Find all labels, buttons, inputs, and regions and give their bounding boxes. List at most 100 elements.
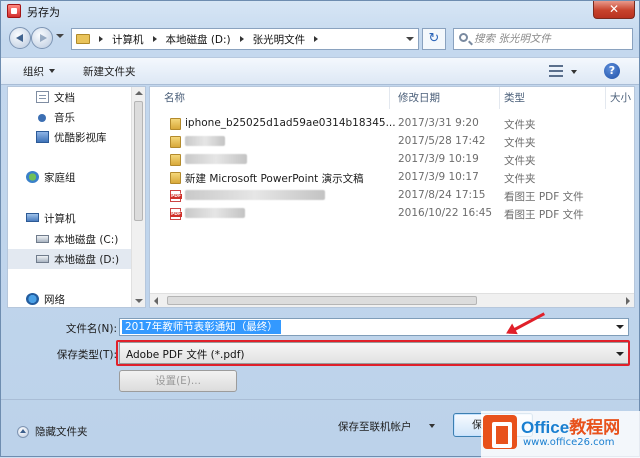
scroll-thumb[interactable] xyxy=(134,101,143,221)
nav-scrollbar[interactable] xyxy=(131,87,145,307)
video-library-icon xyxy=(36,131,49,143)
close-button[interactable]: ✕ xyxy=(593,1,635,19)
watermark-url: www.office26.com xyxy=(523,437,615,448)
watermark-title: Office教程网 xyxy=(521,413,620,438)
pdf-file-icon xyxy=(170,208,183,220)
refresh-button[interactable]: ↻ xyxy=(422,28,446,50)
scroll-left-icon[interactable] xyxy=(154,297,158,305)
file-type: 文件夹 xyxy=(504,155,536,167)
nav-item-video-library[interactable]: 优酷影视库 xyxy=(8,127,145,147)
nav-item-documents[interactable]: 文档 xyxy=(8,87,145,107)
divider xyxy=(1,399,639,400)
nav-item-homegroup[interactable]: 家庭组 xyxy=(8,167,145,187)
search-input[interactable]: 搜索 张光明文件 xyxy=(453,28,633,50)
nav-item-music[interactable]: 音乐 xyxy=(8,107,145,127)
chevron-down-icon[interactable] xyxy=(49,69,55,73)
breadcrumb-drive-d[interactable]: 本地磁盘 (D:) xyxy=(166,32,231,47)
nav-item-label: 本地磁盘 (C:) xyxy=(54,234,119,246)
file-date: 2017/3/9 10:19 xyxy=(398,153,479,165)
drive-icon xyxy=(36,235,49,243)
nav-item-drive-c[interactable]: 本地磁盘 (C:) xyxy=(8,229,145,249)
scroll-down-icon[interactable] xyxy=(135,299,143,303)
folder-icon xyxy=(170,136,181,148)
watermark-brand-cn: 教程网 xyxy=(569,418,621,437)
file-type: 看图王 PDF 文件 xyxy=(504,209,584,221)
folder-icon xyxy=(170,154,181,166)
column-header-size[interactable]: 大小 xyxy=(606,87,634,109)
file-name-redacted xyxy=(185,207,245,219)
chevron-right-icon[interactable] xyxy=(99,36,103,42)
file-date: 2017/3/31 9:20 xyxy=(398,117,479,129)
hide-folders-label: 隐藏文件夹 xyxy=(35,426,88,438)
window-title: 另存为 xyxy=(27,6,60,19)
toolbar: 组织 新建文件夹 ? xyxy=(1,57,639,85)
settings-button[interactable]: 设置(E)... xyxy=(119,370,237,392)
nav-item-computer[interactable]: 计算机 xyxy=(8,208,145,228)
folder-icon xyxy=(170,172,181,184)
scroll-right-icon[interactable] xyxy=(626,297,630,305)
pdf-app-icon xyxy=(7,4,21,18)
chevron-down-icon[interactable] xyxy=(429,424,435,428)
annotation-highlight-box xyxy=(116,340,630,366)
document-icon xyxy=(36,91,49,103)
nav-item-label: 音乐 xyxy=(54,112,75,124)
column-header-name[interactable]: 名称 xyxy=(160,87,390,109)
address-bar[interactable]: 计算机 本地磁盘 (D:) 张光明文件 xyxy=(71,28,419,50)
nav-item-label: 文档 xyxy=(54,92,75,104)
back-button[interactable] xyxy=(9,27,31,49)
folder-icon xyxy=(170,118,181,130)
organize-button[interactable]: 组织 xyxy=(23,64,44,79)
scroll-thumb[interactable] xyxy=(167,296,477,305)
table-row[interactable]: 新建 Microsoft PowerPoint 演示文稿 2017/3/9 10… xyxy=(150,169,634,187)
breadcrumb-folder[interactable]: 张光明文件 xyxy=(253,32,306,47)
hide-folders-button[interactable]: 隐藏文件夹 xyxy=(17,424,88,439)
table-row[interactable]: 2017/5/28 17:42 文件夹 xyxy=(150,133,634,151)
history-dropdown-icon[interactable] xyxy=(56,34,64,38)
file-date: 2016/10/22 16:45 xyxy=(398,207,493,219)
new-folder-button[interactable]: 新建文件夹 xyxy=(83,64,136,79)
file-name: iphone_b25025d1ad59ae0314b18345... xyxy=(185,117,396,129)
nav-item-label: 本地磁盘 (D:) xyxy=(54,254,120,266)
file-name-redacted xyxy=(185,135,225,147)
navigation-pane: 文档 音乐 优酷影视库 家庭组 计算机 本地磁盘 (C:) 本地磁盘 (D:) xyxy=(7,86,146,308)
chevron-down-icon[interactable] xyxy=(616,325,624,329)
table-row[interactable]: 2016/10/22 16:45 看图王 PDF 文件 xyxy=(150,205,634,223)
horizontal-scrollbar[interactable] xyxy=(150,293,634,307)
filename-value[interactable]: 2017年教师节表彰通知（最终） xyxy=(122,320,281,334)
file-date: 2017/3/9 10:17 xyxy=(398,171,479,183)
forward-button[interactable] xyxy=(31,27,53,49)
file-name: 新建 Microsoft PowerPoint 演示文稿 xyxy=(185,173,364,185)
chevron-right-icon[interactable] xyxy=(152,36,157,42)
column-header-modified[interactable]: 修改日期 xyxy=(394,87,500,109)
column-header-type[interactable]: 类型 xyxy=(500,87,606,109)
file-date: 2017/8/24 17:15 xyxy=(398,189,486,201)
title-bar: 另存为 ✕ xyxy=(1,1,639,21)
breadcrumb-computer[interactable]: 计算机 xyxy=(112,32,144,47)
save-online-button[interactable]: 保存至联机帐户 xyxy=(338,419,412,434)
view-options-icon[interactable] xyxy=(549,65,563,77)
chevron-right-icon[interactable] xyxy=(239,36,244,42)
save-as-dialog: 另存为 ✕ 计算机 本地磁盘 (D:) 张光明文件 ↻ 搜索 张光明文件 组织 … xyxy=(0,0,640,458)
chevron-down-icon[interactable] xyxy=(571,70,577,74)
table-row[interactable]: 2017/3/9 10:19 文件夹 xyxy=(150,151,634,169)
filename-input[interactable]: 2017年教师节表彰通知（最终） xyxy=(119,318,629,336)
search-icon xyxy=(459,33,468,42)
nav-item-label: 网络 xyxy=(44,294,65,306)
table-row[interactable]: 2017/8/24 17:15 看图王 PDF 文件 xyxy=(150,187,634,205)
music-icon xyxy=(38,114,46,122)
chevron-right-icon[interactable] xyxy=(314,36,319,42)
file-name-redacted xyxy=(185,189,325,201)
filetype-label: 保存类型(T): xyxy=(56,349,117,361)
nav-item-label: 优酷影视库 xyxy=(54,132,107,144)
computer-icon xyxy=(26,213,39,222)
scroll-up-icon[interactable] xyxy=(135,91,143,95)
file-list: 名称 修改日期 类型 大小 iphone_b25025d1ad59ae0314b… xyxy=(149,86,635,308)
nav-item-network[interactable]: 网络 xyxy=(8,289,145,307)
pdf-file-icon xyxy=(170,190,183,202)
homegroup-icon xyxy=(26,171,39,183)
table-row[interactable]: iphone_b25025d1ad59ae0314b18345... 2017/… xyxy=(150,115,634,133)
nav-item-drive-d[interactable]: 本地磁盘 (D:) xyxy=(8,249,145,269)
help-icon[interactable]: ? xyxy=(604,63,620,79)
address-dropdown-icon[interactable] xyxy=(406,37,414,41)
folder-icon xyxy=(76,34,90,44)
